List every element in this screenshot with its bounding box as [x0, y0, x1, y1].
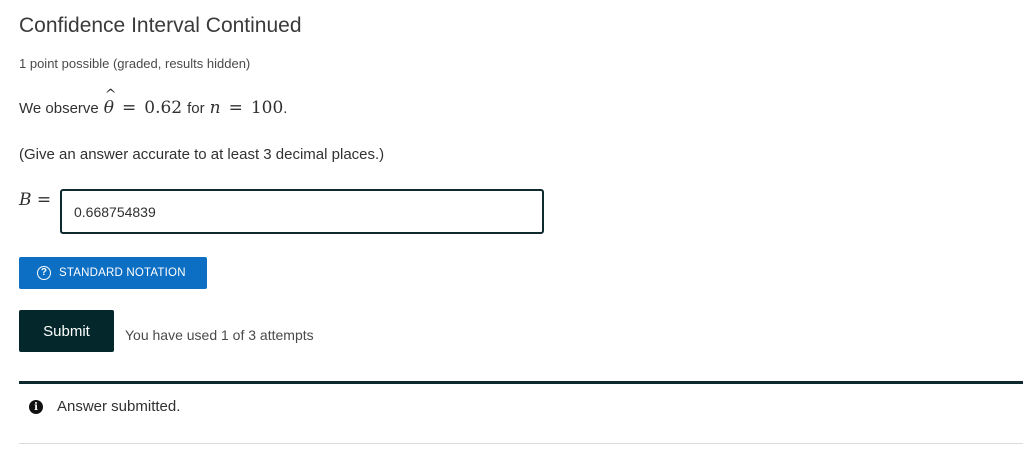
answer-input[interactable] — [60, 189, 544, 234]
instruction-text: (Give an answer accurate to at least 3 d… — [19, 146, 385, 163]
for-word: for — [187, 100, 205, 117]
theta-hat-symbol: θ ^ — [104, 87, 117, 118]
equals-sign-2: = — [228, 98, 243, 118]
hat-symbol: ^ — [104, 87, 117, 103]
submit-button[interactable]: Submit — [19, 310, 114, 352]
answer-equals: = — [36, 190, 52, 210]
problem-title: Confidence Interval Continued — [19, 14, 302, 37]
standard-notation-button[interactable]: ? STANDARD NOTATION — [19, 257, 207, 289]
points-possible: 1 point possible (graded, results hidden… — [19, 56, 251, 71]
theta-value: 0.62 — [144, 98, 183, 118]
answer-variable: B — [19, 190, 32, 210]
answer-label: B = — [19, 190, 51, 210]
n-symbol: n — [209, 98, 221, 118]
attempts-text: You have used 1 of 3 attempts — [125, 327, 314, 343]
statement-prefix: We observe — [19, 100, 99, 117]
statement-suffix: . — [283, 100, 288, 117]
standard-notation-label: STANDARD NOTATION — [59, 267, 186, 279]
problem-statement: We observe θ ^ = 0.62 for n = 100 . — [19, 87, 288, 118]
n-value: 100 — [250, 98, 284, 118]
submission-notification: i Answer submitted. — [19, 381, 1023, 444]
info-circle-icon: i — [29, 400, 43, 414]
equals-sign: = — [122, 98, 137, 118]
question-circle-icon: ? — [37, 266, 51, 280]
notification-text: Answer submitted. — [57, 398, 181, 415]
